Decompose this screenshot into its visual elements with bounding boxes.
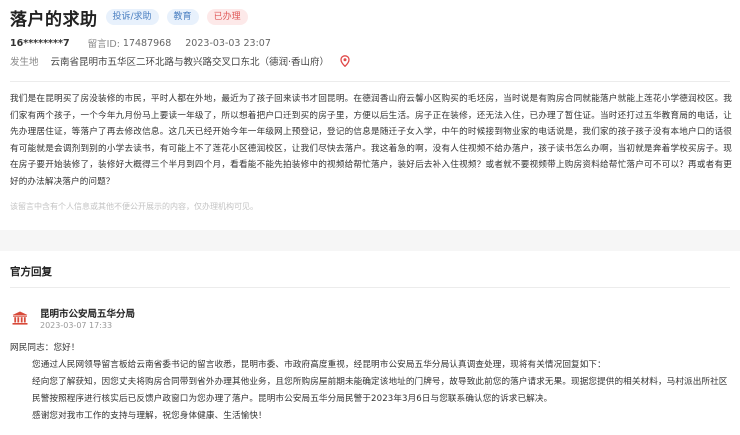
reply-paragraph: 您通过人民网领导留言板给云南省委书记的留言收悉，昆明市委、市政府高度重视，经昆明…: [32, 360, 606, 370]
location-label: 发生地: [10, 57, 39, 68]
privacy-notice: 该留言中含有个人信息或其他不便公开展示的内容，仅办理机构可见。: [10, 202, 258, 211]
government-building-icon: [12, 311, 28, 325]
user-id: 16********7: [10, 37, 70, 49]
divider: [10, 287, 730, 288]
message-id: 17487968: [122, 37, 172, 49]
meta-row: 16********7 留言ID: 17487968 2023-03-03 23…: [10, 36, 271, 51]
section-separator: [0, 230, 740, 251]
message-id-label: 留言ID:: [87, 39, 120, 50]
post-datetime: 2023-03-03 23:07: [185, 37, 271, 49]
location-row: 发生地 云南省昆明市五华区二环北路与教兴路交叉口东北（德润·香山府）: [10, 54, 351, 68]
location-pin-icon[interactable]: [339, 55, 351, 67]
reply-paragraph: 感谢您对我市工作的支持与理解，祝您身体健康、生活愉快！: [32, 411, 267, 421]
reply-paragraph: 经向您了解获知，因您丈夫将购房合同带到省外办理其他业务，且您所购房屋前期未能确定…: [32, 377, 728, 404]
title-row: 落户的求助 投诉/求助 教育 已办理: [10, 5, 248, 30]
reply-date: 2023-03-07 17:33: [40, 321, 113, 330]
page-title: 落户的求助: [10, 9, 98, 30]
tag-category[interactable]: 投诉/求助: [105, 9, 159, 25]
official-reply-heading: 官方回复: [10, 266, 52, 278]
reply-org-name[interactable]: 昆明市公安局五华分局: [40, 306, 135, 320]
status-badge: 已办理: [206, 9, 248, 25]
official-reply-body: 网民同志：您好！ 您通过人民网领导留言板给云南省委书记的留言收悉，昆明市委、市政…: [10, 340, 732, 425]
location-address: 云南省昆明市五华区二环北路与教兴路交叉口东北（德润·香山府）: [50, 57, 330, 68]
message-body: 我们是在昆明买了房没装修的市民，平时人都在外地，最近为了孩子回来读书才回昆明。在…: [10, 94, 732, 187]
divider: [10, 81, 730, 82]
reply-greeting: 网民同志：您好！: [10, 343, 80, 353]
tag-field[interactable]: 教育: [166, 9, 199, 25]
